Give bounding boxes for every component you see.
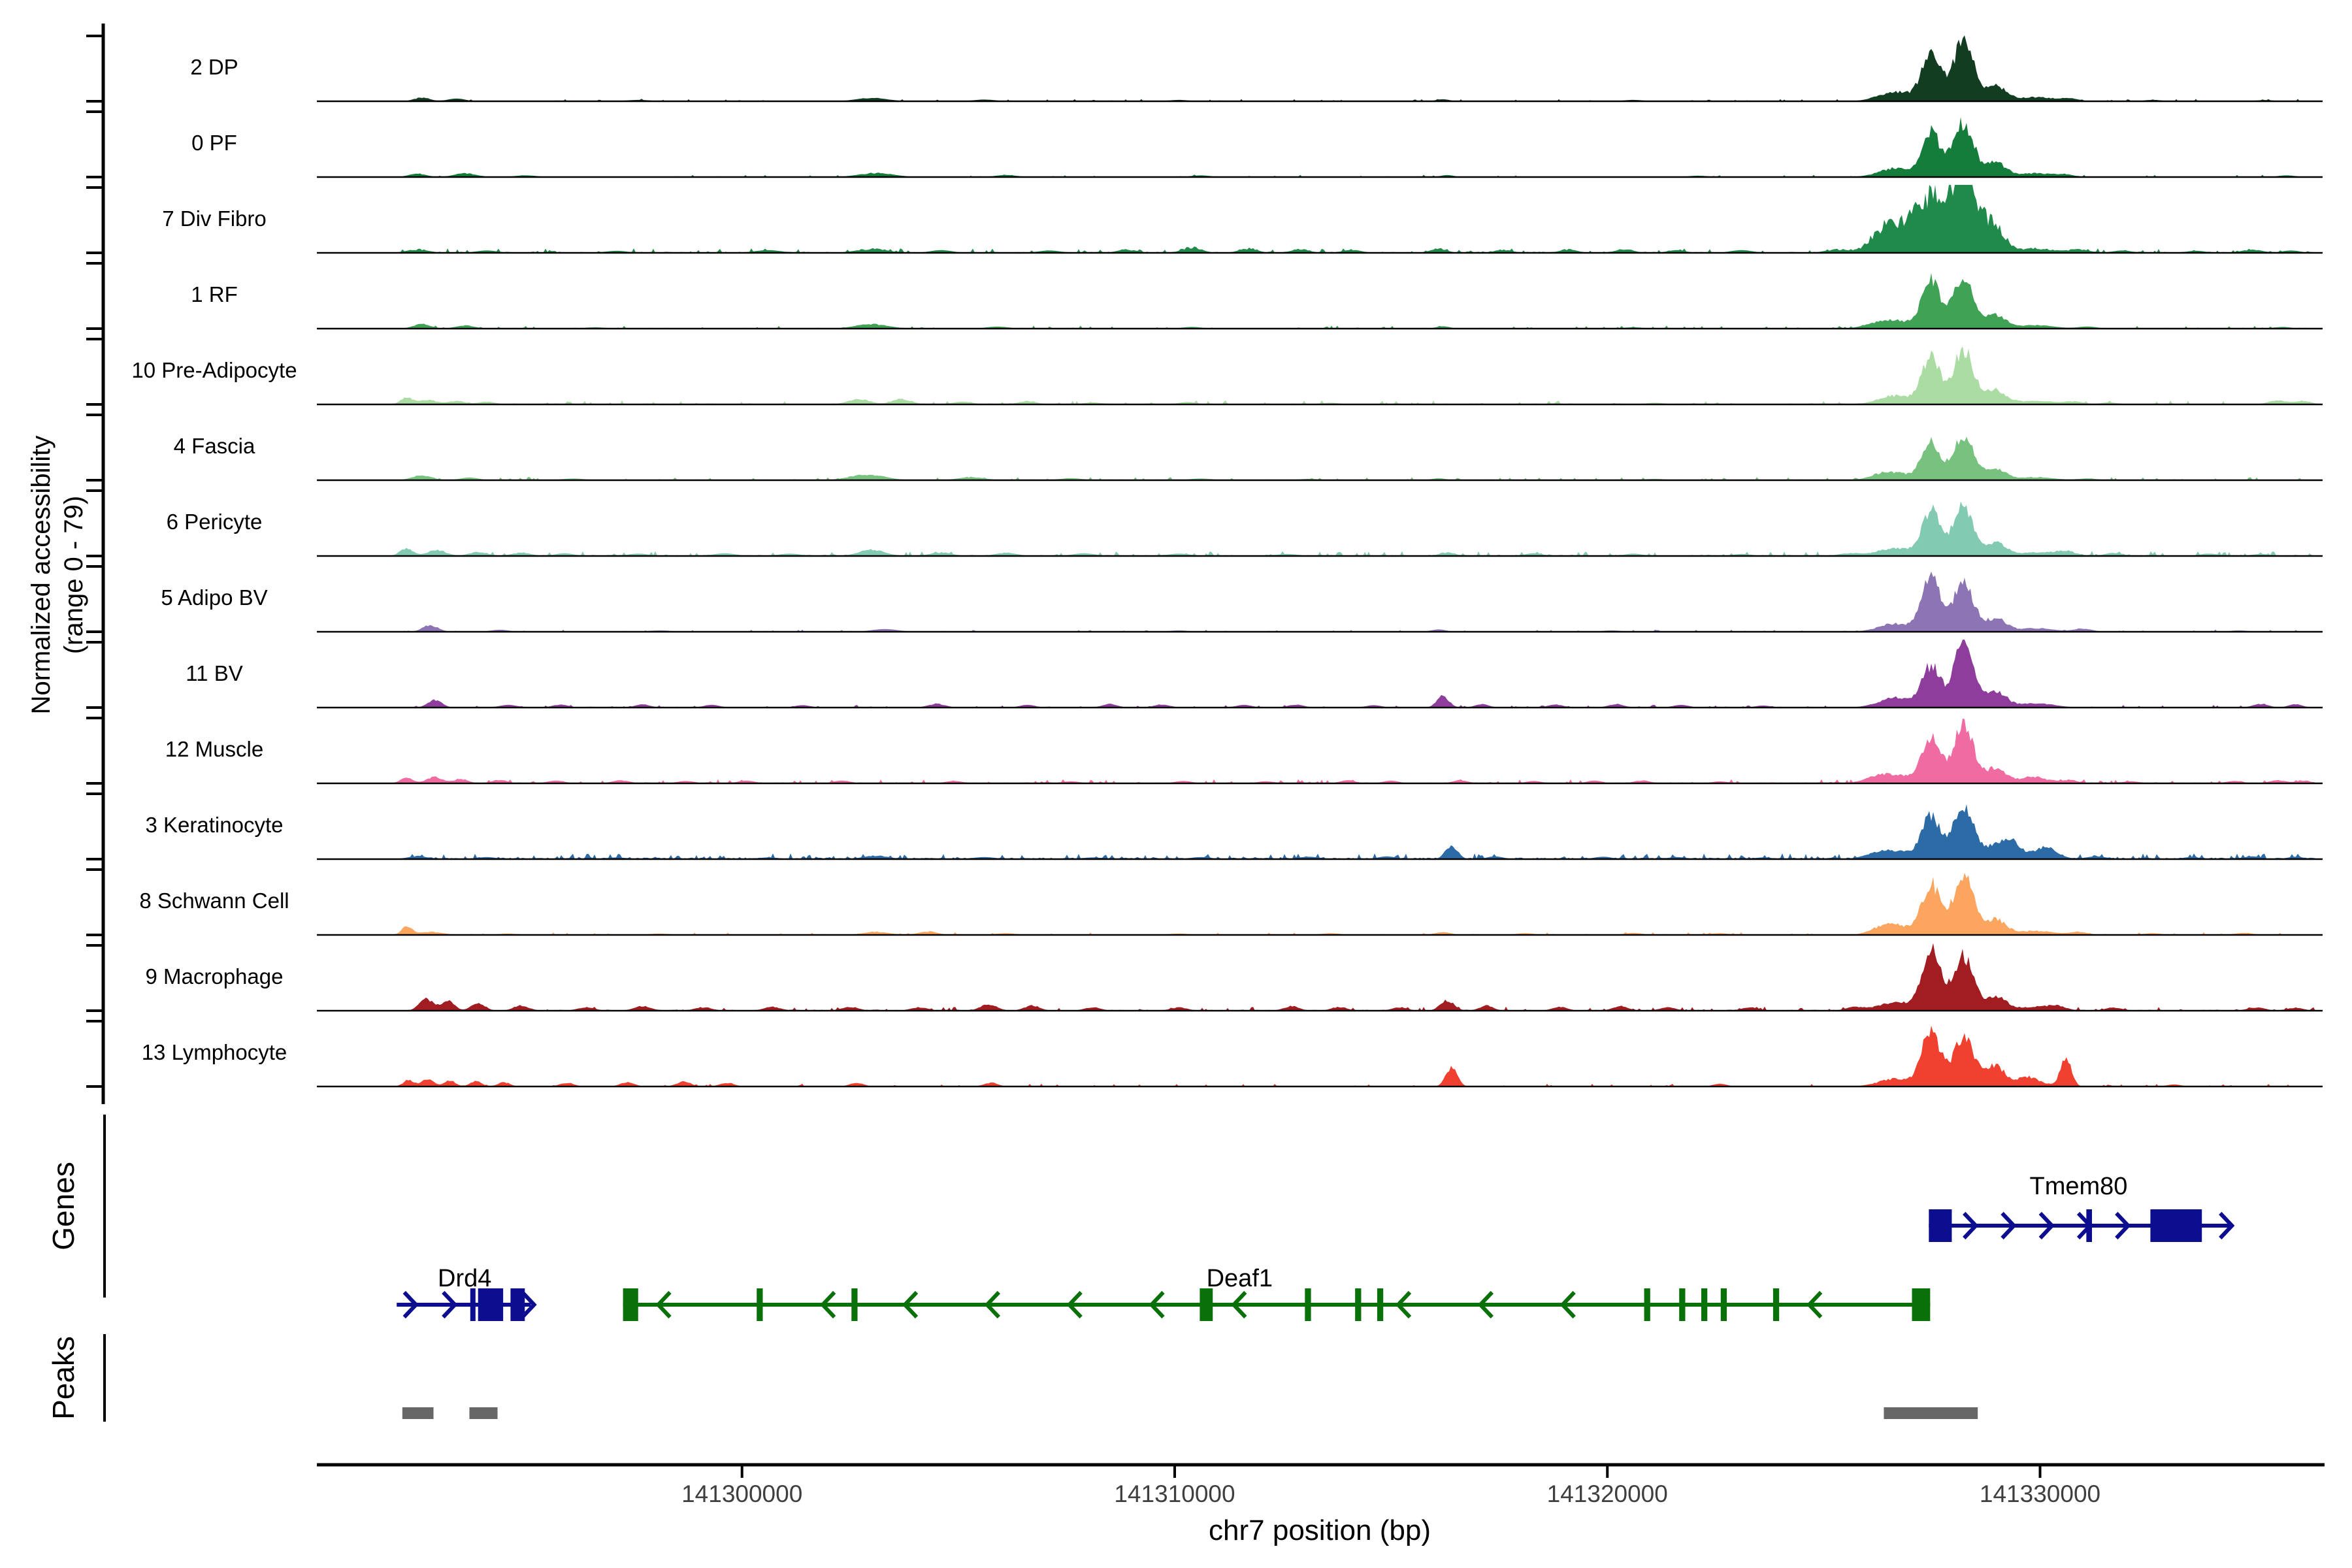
track-label-6-pericyte: 6 Pericyte (38, 508, 391, 536)
track-label-4-fascia: 4 Fascia (38, 433, 391, 460)
coverage-area-9-macrophage (320, 943, 2321, 1011)
track-label-9-macrophage: 9 Macrophage (38, 963, 391, 990)
coverage-area-12-muscle (320, 719, 2321, 783)
coverage-area-10-pre-adipocyte (320, 346, 2321, 404)
coverage-area-5-adipo-bv (320, 572, 2321, 632)
track-label-8-schwann-cell: 8 Schwann Cell (38, 887, 391, 915)
x-axis-title: chr7 position (bp) (1209, 1514, 1431, 1547)
track-label-2-dp: 2 DP (38, 54, 391, 81)
coverage-area-4-fascia (320, 437, 2321, 481)
gene-exon-tmem80 (2150, 1209, 2202, 1242)
genes-section-label: Genes (46, 1162, 81, 1250)
track-label-1-rf: 1 RF (38, 281, 391, 308)
gene-exon-deaf1 (1773, 1288, 1779, 1321)
coverage-area-8-schwann-cell (320, 873, 2321, 935)
gene-label-tmem80: Tmem80 (2029, 1171, 2127, 1202)
peak-interval (1884, 1407, 1978, 1419)
track-label-10-pre-adipocyte: 10 Pre-Adipocyte (38, 357, 391, 384)
track-label-13-lymphocyte: 13 Lymphocyte (38, 1039, 391, 1066)
gene-exon-deaf1 (1912, 1288, 1930, 1321)
gene-exon-tmem80 (2086, 1209, 2092, 1242)
peak-interval (402, 1407, 434, 1419)
peak-interval (469, 1407, 497, 1419)
coverage-area-1-rf (320, 273, 2321, 329)
gene-exon-deaf1 (1644, 1288, 1650, 1321)
coverage-area-6-pericyte (320, 502, 2321, 557)
gene-exon-deaf1 (1377, 1288, 1383, 1321)
track-label-11-bv: 11 BV (38, 660, 391, 687)
gene-label-drd4: Drd4 (438, 1263, 491, 1294)
gene-exon-deaf1 (1355, 1288, 1361, 1321)
x-tick-label-141320000: 141320000 (1477, 1480, 1738, 1508)
track-label-12-muscle: 12 Muscle (38, 736, 391, 763)
x-tick-label-141330000: 141330000 (1910, 1480, 2171, 1508)
coverage-area-2-dp (320, 35, 2321, 101)
gene-exon-deaf1 (1305, 1288, 1311, 1321)
gene-exon-deaf1 (1679, 1288, 1685, 1321)
coverage-area-11-bv (320, 640, 2321, 708)
gene-label-deaf1: Deaf1 (1207, 1263, 1273, 1294)
coverage-area-3-keratinocyte (320, 804, 2321, 859)
x-tick-label-141300000: 141300000 (612, 1480, 873, 1508)
x-tick-label-141310000: 141310000 (1044, 1480, 1305, 1508)
gene-exon-deaf1 (757, 1288, 762, 1321)
track-label-0-pf: 0 PF (38, 129, 391, 157)
gene-exon-drd4 (510, 1288, 525, 1321)
coverage-plot-figure: Normalized accessibility (range 0 - 79) … (0, 0, 2352, 1568)
peaks-section-label: Peaks (46, 1336, 81, 1420)
gene-exon-deaf1 (1701, 1288, 1707, 1321)
plot-canvas (0, 0, 2352, 1568)
coverage-area-13-lymphocyte (320, 1026, 2321, 1086)
gene-exon-deaf1 (851, 1288, 857, 1321)
coverage-area-0-pf (320, 117, 2321, 177)
gene-exon-deaf1 (1721, 1288, 1727, 1321)
gene-exon-tmem80 (1929, 1209, 1952, 1242)
track-label-7-div-fibro: 7 Div Fibro (38, 205, 391, 233)
track-label-3-keratinocyte: 3 Keratinocyte (38, 811, 391, 839)
gene-exon-deaf1 (623, 1288, 638, 1321)
coverage-area-7-div-fibro (320, 185, 2321, 253)
track-label-5-adipo-bv: 5 Adipo BV (38, 584, 391, 612)
